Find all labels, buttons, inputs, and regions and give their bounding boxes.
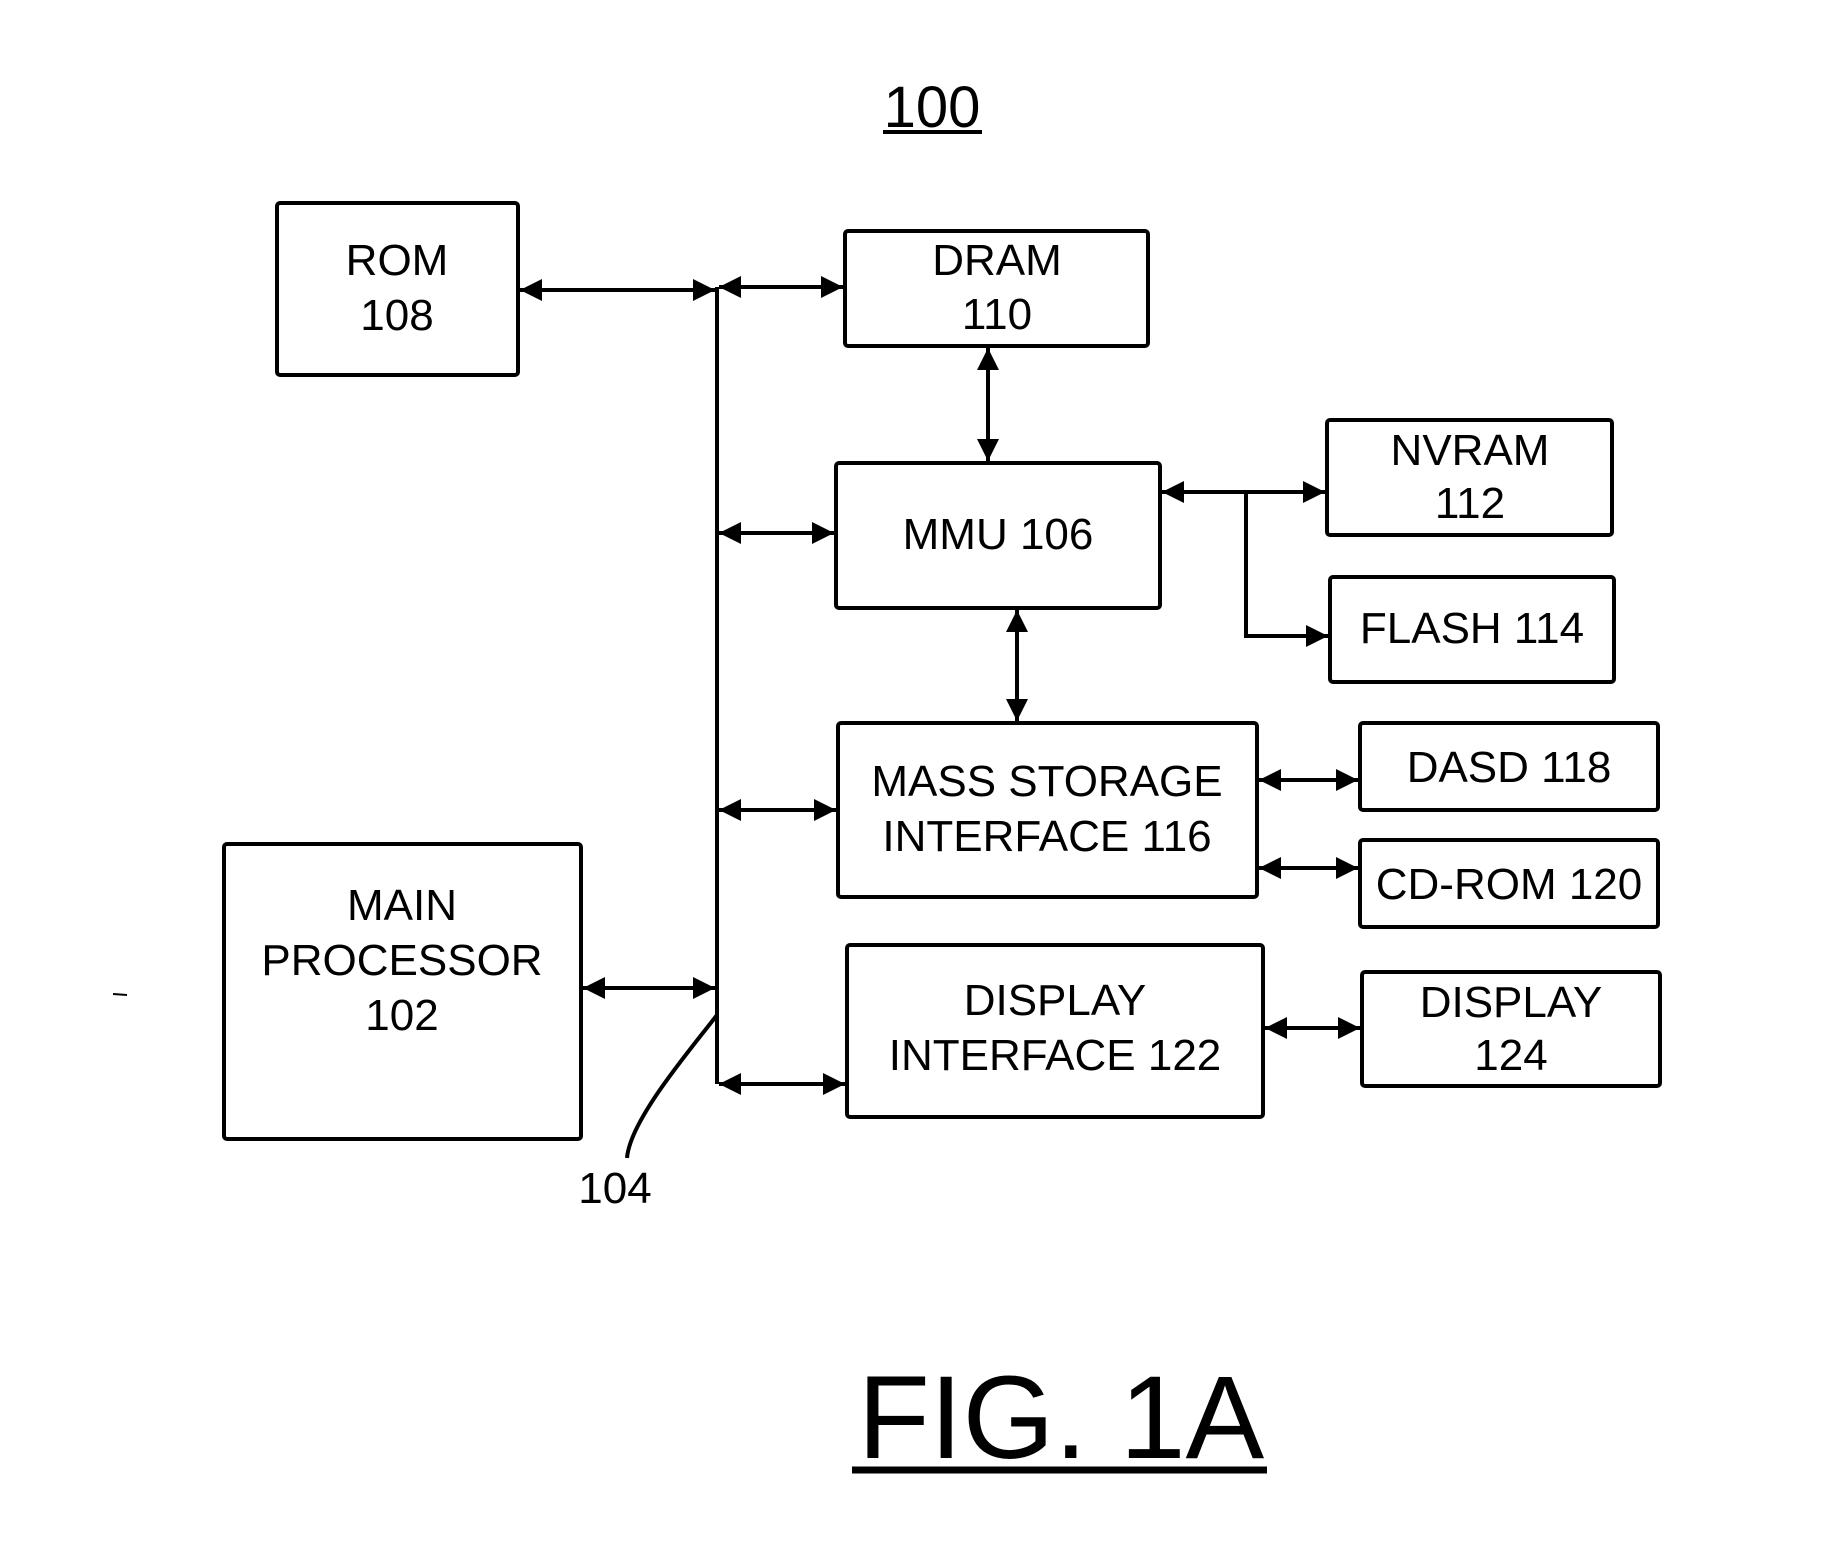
main-processor-label-line-2: PROCESSOR [261,936,542,985]
nvram-block: NVRAM 112 [1325,418,1614,537]
display-interface-block: DISPLAY INTERFACE 122 [845,943,1265,1119]
cdrom-label: CD-ROM 120 [1376,860,1643,909]
stray-mark [112,993,128,996]
display-block: DISPLAY 124 [1360,970,1662,1088]
main-processor-label-line-3: 102 [365,991,438,1040]
bus-label: 104 [578,1164,651,1213]
mmu-flash-arrow [1244,492,1328,647]
dasd-block: DASD 118 [1358,721,1660,812]
mass-storage-label-line-1: MASS STORAGE [871,757,1222,806]
rom-label-line-1: ROM [346,236,449,285]
dram-label-line-1: DRAM [932,236,1062,285]
mass-storage-label-line-2: INTERFACE 116 [882,812,1211,861]
display-interface-label-line-1: DISPLAY [964,976,1147,1025]
main-processor-block: MAIN PROCESSOR 102 [222,842,583,1141]
nvram-label-line-1: NVRAM [1391,426,1550,475]
flash-block: FLASH 114 [1328,575,1616,684]
dram-block: DRAM 110 [843,229,1150,348]
mmu-label: MMU 106 [903,510,1094,559]
display-interface-label-line-2: INTERFACE 122 [889,1031,1222,1080]
mass-storage-interface-block: MASS STORAGE INTERFACE 116 [836,721,1259,899]
cdrom-block: CD-ROM 120 [1358,838,1660,929]
rom-label-line-2: 108 [360,291,433,340]
flash-label: FLASH 114 [1360,604,1584,653]
rom-block: ROM 108 [275,201,520,377]
mmu-block: MMU 106 [834,461,1162,610]
bus-leader-line [625,1013,719,1159]
block-diagram: 100 104 ROM 108 DRAM 110 MMU 106 NVRAM 1… [112,75,1662,1484]
nvram-label-line-2: 112 [1435,479,1505,528]
main-processor-label-line-1: MAIN [347,881,457,930]
figure-caption: FIG. 1A [858,1352,1265,1484]
dram-label-line-2: 110 [962,290,1032,339]
display-label-line-1: DISPLAY [1420,978,1603,1027]
dasd-label: DASD 118 [1407,743,1612,792]
display-label-line-2: 124 [1474,1031,1547,1080]
